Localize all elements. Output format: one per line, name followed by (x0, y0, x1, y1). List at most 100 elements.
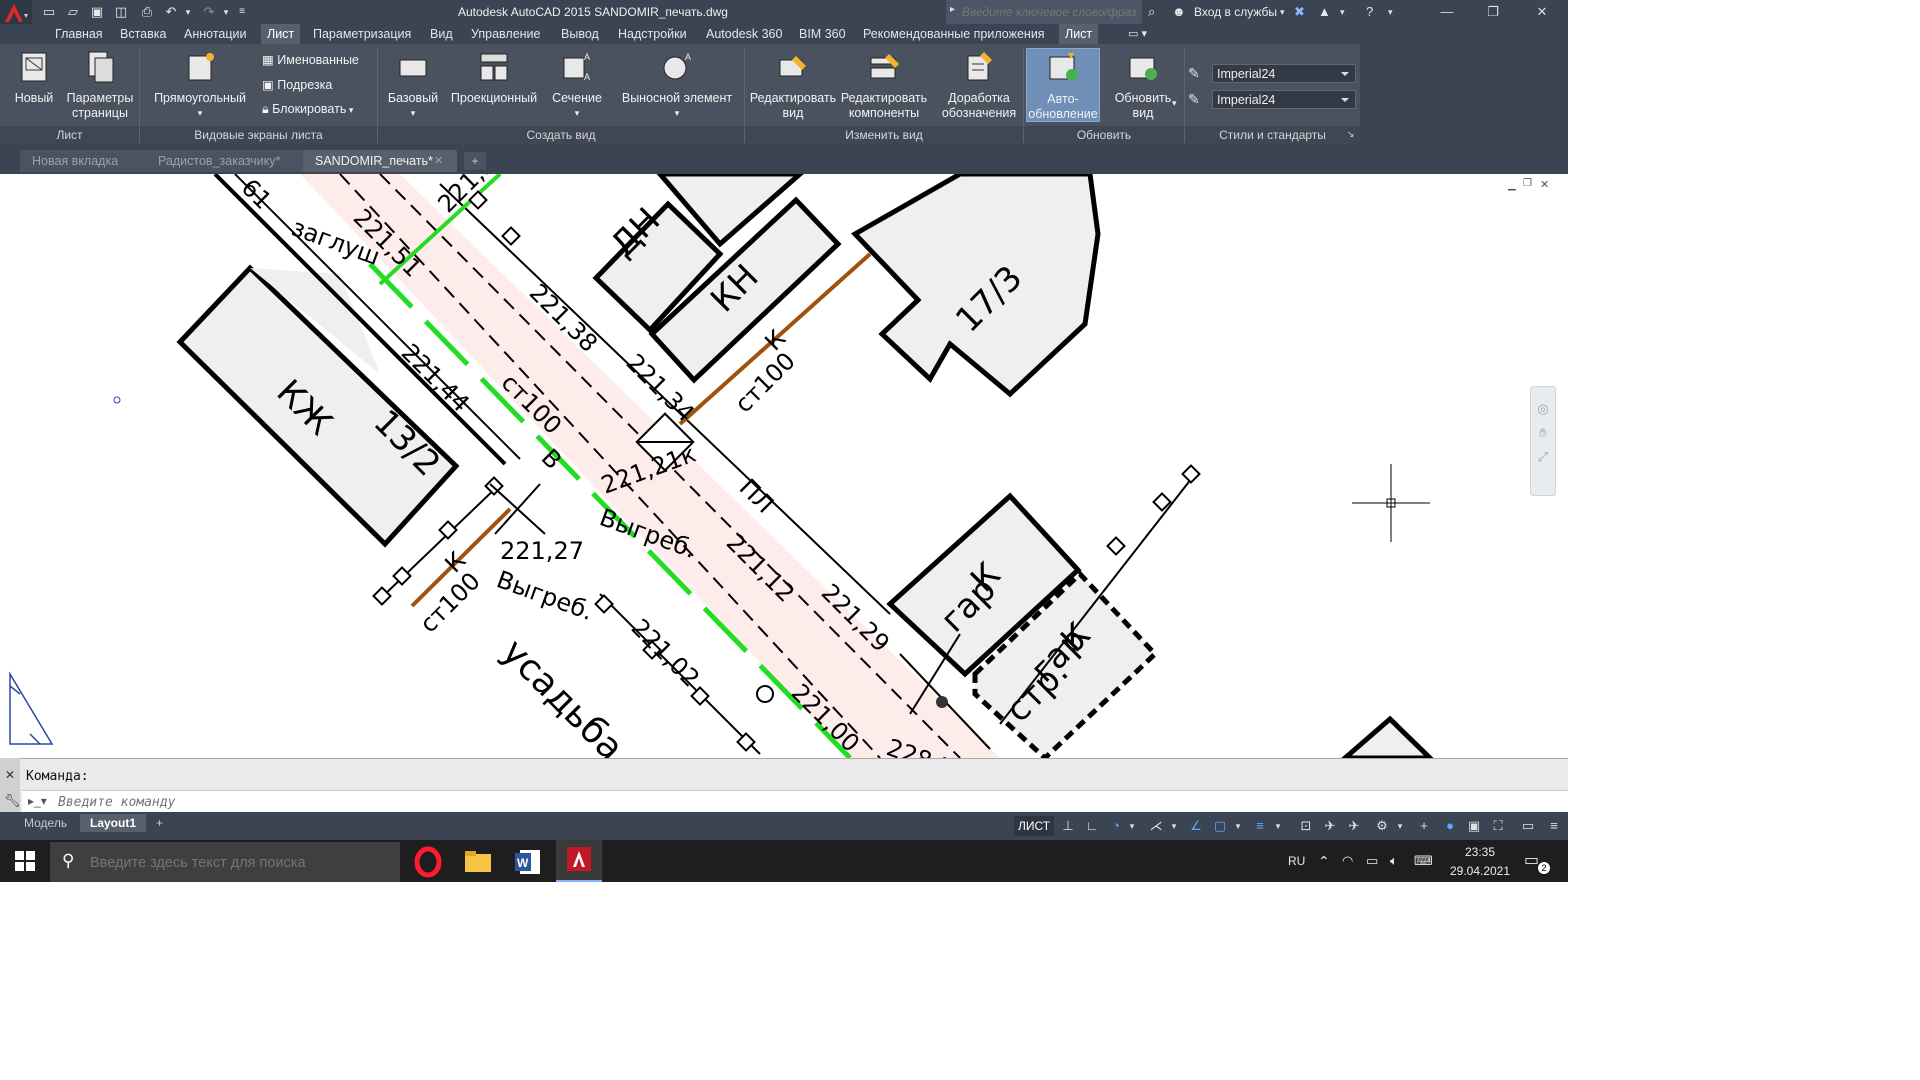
user-icon[interactable]: ☻ (1172, 3, 1190, 21)
isodraft-dropdown-icon[interactable]: ▾ (1168, 816, 1180, 836)
clock-time[interactable]: 23:35 (1450, 845, 1510, 859)
object-snap-icon[interactable]: ▢ (1210, 816, 1230, 836)
command-input[interactable] (58, 794, 758, 810)
annotation-visibility-icon[interactable]: ✈ (1344, 816, 1364, 836)
isodraft-icon[interactable]: ⋌ (1146, 816, 1166, 836)
keyboard-icon[interactable]: ⌨ (1414, 840, 1433, 882)
workspace-gear-icon[interactable]: ⚙ (1372, 816, 1392, 836)
lineweight-dropdown-icon[interactable]: ▾ (1272, 816, 1284, 836)
command-prompt-icon[interactable]: ▸_▾ (28, 794, 47, 808)
help-search-input[interactable] (962, 4, 1137, 20)
auto-update-button[interactable]: Авто- обновление (1026, 48, 1100, 122)
detail-view-dropdown-icon[interactable]: ▾ (616, 106, 738, 121)
styles-dialog-launcher-icon[interactable]: ↘ (1347, 129, 1355, 140)
taskbar-search-input[interactable] (90, 854, 390, 872)
a360-icon[interactable]: ▲ (1318, 3, 1338, 21)
command-close-icon[interactable]: ✕ (5, 768, 15, 782)
minimize-icon[interactable]: — (1424, 0, 1470, 24)
undo-icon[interactable]: ↶ (162, 3, 180, 21)
tab-home[interactable]: Главная (49, 24, 109, 44)
osnap-dropdown-icon[interactable]: ▾ (1232, 816, 1244, 836)
annotation-rework-button[interactable]: Доработка обозначения (936, 50, 1022, 121)
tab-manage[interactable]: Управление (465, 24, 547, 44)
help-icon[interactable]: ? (1366, 3, 1386, 21)
qat-customize-icon[interactable]: ≡ (236, 3, 248, 21)
pan-icon[interactable]: ✋︎ (1531, 425, 1555, 441)
detail-view-button[interactable]: A Выносной элемент ▾ (616, 50, 738, 121)
hardware-acceleration-icon[interactable]: ▣ (1464, 816, 1484, 836)
battery-icon[interactable]: ▭ (1366, 840, 1378, 882)
rect-viewport-button[interactable]: Прямоугольный ▾ (146, 50, 254, 121)
tab-bim360[interactable]: BIM 360 (793, 24, 852, 44)
file-explorer-icon[interactable] (462, 846, 494, 878)
named-viewports-button[interactable]: ▦ Именованные (262, 52, 359, 67)
autocad-taskbar-icon[interactable] (556, 840, 602, 882)
doc-tab-close-icon[interactable]: ✕ (434, 154, 443, 167)
tab-layout[interactable]: Лист (261, 24, 301, 44)
isolate-objects-icon[interactable]: ● (1440, 816, 1460, 836)
exchange-apps-icon[interactable]: ✖ (1294, 3, 1314, 21)
tab-annotate[interactable]: Аннотации (178, 24, 252, 44)
drawing-canvas[interactable]: КЖ 13/2 ДН КН 17/3 К гар К гар стр. усад… (0, 174, 1568, 758)
polar-tracking-icon[interactable]: ◔ (1106, 816, 1126, 836)
signin-link[interactable]: Вход в службы (1194, 5, 1277, 19)
page-setup-button[interactable]: Параметры страницы (62, 50, 138, 121)
doc-tab-new[interactable]: Новая вкладка (20, 150, 162, 172)
clock-date[interactable]: 29.04.2021 (1446, 864, 1514, 878)
tab-parametric[interactable]: Параметризация (307, 24, 417, 44)
tab-featured-apps[interactable]: Рекомендованные приложения (857, 24, 1051, 44)
polar-dropdown-icon[interactable]: ▾ (1126, 816, 1138, 836)
binoculars-icon[interactable]: ⌕ (1148, 3, 1166, 21)
redo-dropdown-icon[interactable]: ▾ (220, 3, 232, 21)
workspace-dropdown-icon[interactable]: ▾ (1394, 816, 1406, 836)
lock-viewport-button[interactable]: 🔒︎ Блокировать ▾ (262, 102, 353, 117)
opera-browser-icon[interactable] (412, 846, 444, 878)
language-indicator[interactable]: RU (1288, 840, 1305, 882)
viewport-close-icon[interactable]: ✕ (1540, 178, 1549, 191)
redo-icon[interactable]: ↷ (200, 3, 218, 21)
section-view-button[interactable]: AA Сечение ▾ (548, 50, 606, 121)
help-search-box[interactable]: ▸ (946, 0, 1142, 24)
ms-word-icon[interactable]: W (512, 846, 544, 878)
tab-output[interactable]: Вывод (555, 24, 605, 44)
new-layout-button[interactable]: Новый (8, 50, 60, 106)
object-snap-tracking-icon[interactable]: ∠ (1186, 816, 1206, 836)
print-icon[interactable]: ⎙ (138, 3, 156, 21)
style-combo-1[interactable]: Imperial24 (1212, 64, 1356, 83)
selection-cycling-icon[interactable]: ⊡ (1296, 816, 1316, 836)
update-view-button[interactable]: Обновить вид (1106, 50, 1180, 121)
base-view-dropdown-icon[interactable]: ▾ (384, 106, 442, 121)
rect-viewport-dropdown-icon[interactable]: ▾ (146, 106, 254, 121)
snap-grid-icon[interactable]: ⊥ (1058, 816, 1078, 836)
customization-icon[interactable]: ≡ (1544, 816, 1564, 836)
lock-dropdown-icon[interactable]: ▾ (346, 105, 354, 115)
tab-insert[interactable]: Вставка (114, 24, 172, 44)
add-icon[interactable]: + (1414, 816, 1434, 836)
add-layout-icon[interactable]: + (150, 814, 169, 832)
command-settings-icon[interactable]: 🔧︎ (4, 793, 21, 809)
wifi-icon[interactable]: ◠ (1342, 840, 1353, 882)
annotation-scale-icon[interactable]: ✈ (1320, 816, 1340, 836)
style-combo-2[interactable]: Imperial24 (1212, 90, 1356, 109)
taskbar-search-box[interactable]: ⚲ (50, 842, 400, 882)
save-as-icon[interactable]: ◫ (112, 3, 130, 21)
signin-dropdown-icon[interactable]: ▾ (1280, 3, 1290, 21)
clip-viewport-button[interactable]: ▣ Подрезка (262, 77, 332, 92)
edit-view-button[interactable]: Редактировать вид (748, 50, 838, 121)
edit-components-button[interactable]: Редактировать компоненты (838, 50, 930, 121)
viewport-minimize-icon[interactable]: ▁ (1508, 180, 1516, 191)
section-view-dropdown-icon[interactable]: ▾ (548, 106, 606, 121)
open-file-icon[interactable]: ▱ (64, 3, 82, 21)
search-expand-icon[interactable]: ▸ (950, 4, 955, 15)
steering-wheel-icon[interactable]: ◎ (1531, 401, 1555, 417)
a360-dropdown-icon[interactable]: ▾ (1340, 3, 1350, 21)
volume-icon[interactable]: 🔈︎ (1390, 840, 1398, 882)
new-tab-plus-icon[interactable]: + (464, 152, 486, 170)
ortho-icon[interactable]: ∟ (1082, 816, 1102, 836)
windows-start-icon[interactable] (14, 850, 36, 872)
save-icon[interactable]: ▣ (88, 3, 106, 21)
doc-tab-radistov[interactable]: Радистов_заказчику* (146, 150, 310, 172)
lineweight-icon[interactable]: ≡ (1250, 816, 1270, 836)
zoom-extents-icon[interactable]: ⤢ (1531, 449, 1555, 465)
tab-layout-context[interactable]: Лист (1059, 24, 1099, 44)
